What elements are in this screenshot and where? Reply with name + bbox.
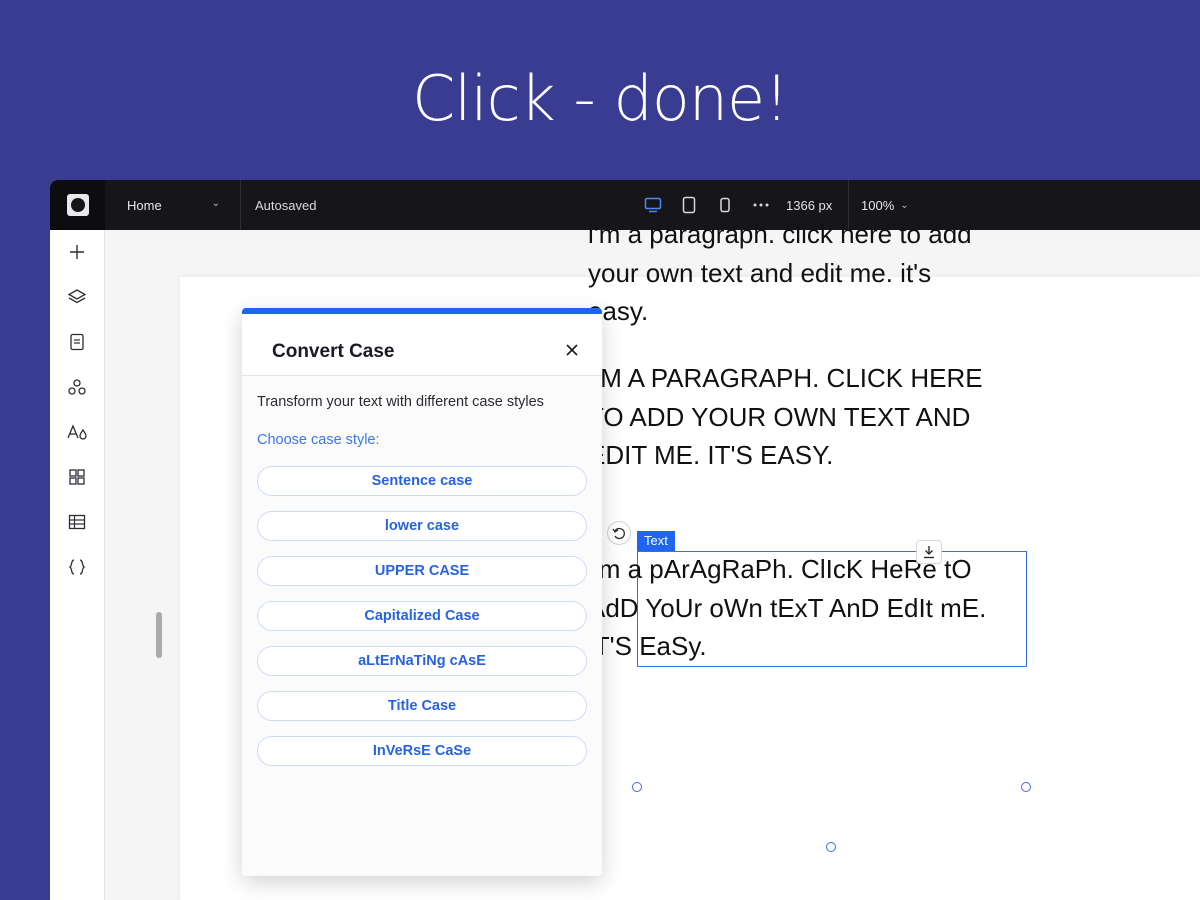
panel-header: Convert Case (242, 314, 602, 376)
download-icon[interactable] (916, 540, 942, 564)
code-icon[interactable] (65, 555, 89, 579)
resize-handle-left[interactable] (632, 782, 642, 792)
add-icon[interactable] (65, 240, 89, 264)
theme-icon[interactable] (65, 420, 89, 444)
logo[interactable] (50, 180, 105, 230)
cms-icon[interactable] (65, 510, 89, 534)
rotate-icon[interactable] (607, 521, 631, 545)
widgets-icon[interactable] (65, 465, 89, 489)
chevron-down-icon: ⌄ (211, 198, 220, 209)
logo-icon (66, 194, 89, 216)
pages-icon[interactable] (65, 330, 89, 354)
selection-label: Text (637, 531, 675, 551)
title-case-button[interactable]: Title Case (257, 691, 587, 721)
close-icon[interactable] (564, 342, 580, 358)
zoom-value: 100% (861, 197, 895, 213)
panel-title: Convert Case (272, 341, 395, 362)
chevron-down-icon: ⌄ (900, 199, 909, 211)
panel-description: Transform your text with different case … (257, 394, 544, 410)
canvas-scrollbar[interactable] (156, 612, 162, 658)
page-selector[interactable]: Home ⌄ (105, 180, 241, 230)
alternating-case-button[interactable]: aLtErNaTiNg cAsE (257, 646, 587, 676)
sentence-case-button[interactable]: Sentence case (257, 466, 587, 496)
autosave-status: Autosaved (255, 197, 317, 213)
upper-case-button[interactable]: UPPER CASE (257, 556, 587, 586)
resize-handle-right[interactable] (1021, 782, 1031, 792)
paragraph-lowercase[interactable]: i'm a paragraph. click here to add your … (588, 215, 988, 331)
left-sidebar (50, 230, 105, 900)
paragraph-alternating[interactable]: i'm a pArAgRaPh. ClIcK HeRe tO AdD YoUr … (588, 550, 988, 666)
page-name: Home (127, 197, 162, 213)
inverse-case-button[interactable]: InVeRsE CaSe (257, 736, 587, 766)
lower-case-button[interactable]: lower case (257, 511, 587, 541)
apps-icon[interactable] (65, 375, 89, 399)
layers-icon[interactable] (65, 285, 89, 309)
choose-label: Choose case style: (257, 432, 380, 448)
capitalized-case-button[interactable]: Capitalized Case (257, 601, 587, 631)
convert-case-panel: Convert Case Transform your text with di… (242, 308, 602, 876)
resize-handle-bottom[interactable] (826, 842, 836, 852)
paragraph-uppercase[interactable]: I'M A PARAGRAPH. CLICK HERE TO ADD YOUR … (588, 359, 988, 475)
hero-title: Click - done! (411, 62, 789, 135)
